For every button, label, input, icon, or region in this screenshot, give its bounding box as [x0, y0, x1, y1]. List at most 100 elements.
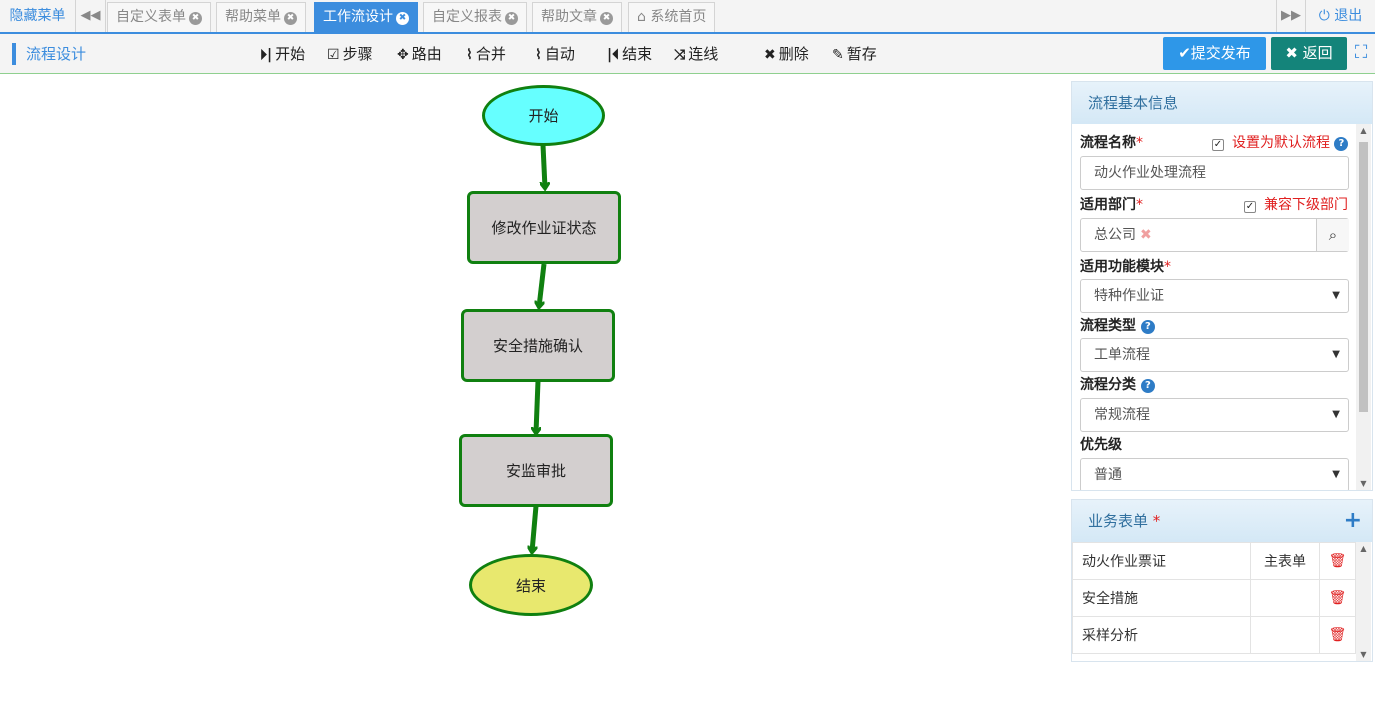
connector-step3-end	[532, 505, 539, 552]
module-label: 适用功能模块*	[1080, 259, 1171, 275]
add-icon[interactable]: +	[1344, 500, 1362, 542]
tab-label: 系统首页	[650, 9, 707, 25]
check-icon: ✔	[1178, 44, 1191, 62]
edit-check-icon: ☑	[327, 47, 340, 63]
tool-merge-button[interactable]: ⌇ 合并	[466, 43, 506, 65]
tool-label: 步骤	[342, 45, 373, 63]
tool-label: 结束	[622, 45, 653, 63]
tool-label: 删除	[778, 45, 809, 63]
checkbox-checked-icon: ✓	[1212, 139, 1224, 151]
business-forms-panel: 业务表单 * + 动火作业票证 主表单 🗑 安全措施 🗑 采样分析 🗑 ▲ ▼	[1071, 499, 1373, 662]
close-icon: ✖	[1285, 44, 1298, 62]
tab-close-icon[interactable]: ✖	[396, 12, 409, 25]
flow-category-select[interactable]: 常规流程 ▼	[1080, 398, 1349, 432]
table-scrollbar[interactable]: ▲ ▼	[1356, 542, 1371, 661]
trash-icon[interactable]: 🗑	[1319, 542, 1356, 580]
tool-end-button[interactable]: |⏴ 结束	[607, 43, 652, 65]
publish-label: 提交发布	[1190, 44, 1251, 62]
tool-label: 暂存	[846, 45, 877, 63]
node-label: 安全措施确认	[492, 337, 583, 355]
back-button[interactable]: ✖ 返回	[1271, 37, 1347, 70]
connector-start-step1	[543, 144, 545, 188]
trash-icon[interactable]: 🗑	[1319, 616, 1356, 654]
table-row: 动火作业票证 主表单 🗑	[1072, 542, 1356, 580]
tab-workflow-design[interactable]: 工作流设计 ✖	[314, 2, 418, 32]
back-label: 返回	[1302, 44, 1333, 62]
tab-label: 帮助文章	[541, 9, 597, 25]
tab-close-icon[interactable]: ✖	[600, 12, 613, 25]
help-icon[interactable]: ?	[1140, 379, 1155, 393]
close-icon: ✖	[764, 47, 776, 63]
logout-button[interactable]: ⏻ 退出	[1306, 0, 1375, 32]
flow-node-step[interactable]: 修改作业证状态	[467, 191, 621, 264]
flow-name-label: 流程名称*	[1080, 135, 1143, 151]
tool-start-button[interactable]: ⏵| 开始	[260, 43, 305, 65]
connector-step1-step2	[539, 263, 547, 307]
default-flow-checkbox[interactable]: ✓ 设置为默认流程 ?	[1212, 132, 1349, 152]
scrollbar-thumb[interactable]	[1359, 142, 1368, 412]
help-icon[interactable]: ?	[1140, 320, 1155, 334]
tool-save-button[interactable]: ✎ 暂存	[832, 43, 877, 65]
form-type-cell: 主表单	[1250, 542, 1320, 580]
tab-help-article[interactable]: 帮助文章 ✖	[532, 2, 622, 32]
tab-help-menu[interactable]: 帮助菜单 ✖	[216, 2, 306, 32]
tab-close-icon[interactable]: ✖	[505, 12, 518, 25]
publish-button[interactable]: ✔提交发布	[1163, 37, 1266, 70]
tool-label: 路由	[411, 45, 442, 63]
remove-tag-icon[interactable]: ✖	[1140, 227, 1152, 243]
include-sub-dept-checkbox[interactable]: ✓ 兼容下级部门	[1244, 194, 1348, 214]
forms-table: 动火作业票证 主表单 🗑 安全措施 🗑 采样分析 🗑	[1072, 542, 1356, 654]
flow-node-end[interactable]: 结束	[469, 554, 593, 616]
tool-route-button[interactable]: ✥ 路由	[397, 43, 442, 65]
designer-toolbar: 流程设计 ⏵| 开始 ☑ 步骤 ✥ 路由 ⌇ 合并 ⌇ 自动 |⏴ 结束 ⤨ 连线 ✖ 删除 ✎…	[0, 34, 1375, 74]
dept-selector[interactable]: 总公司 ✖ ⌕	[1080, 218, 1349, 252]
form-type-cell	[1250, 579, 1320, 617]
form-name-cell: 采样分析	[1072, 616, 1251, 654]
flow-canvas[interactable]: 开始 修改作业证状态 安全措施确认 安监审批 结束	[0, 75, 1065, 704]
logout-label: 退出	[1334, 8, 1363, 24]
tab-close-icon[interactable]: ✖	[284, 12, 297, 25]
tabs-next-button[interactable]: ▶▶	[1276, 0, 1306, 32]
tab-system-home[interactable]: ⌂ 系统首页	[628, 2, 716, 32]
paperclip-icon: ⌇	[466, 47, 473, 63]
connector-step2-step3	[536, 380, 538, 433]
tool-connect-button[interactable]: ⤨ 连线	[674, 43, 718, 65]
dropdown-arrow-icon: ▼	[1332, 409, 1340, 420]
tabs-prev-button[interactable]: ◀◀	[76, 0, 106, 32]
tab-bar: 隐藏菜单 ◀◀ 自定义表单 ✖ 帮助菜单 ✖ 工作流设计 ✖ 自定义报表 ✖ 帮助文章 ✖…	[0, 0, 1375, 34]
dept-tag: 总公司	[1094, 227, 1136, 243]
tab-custom-form[interactable]: 自定义表单 ✖	[107, 2, 211, 32]
scroll-down-icon[interactable]: ▼	[1356, 650, 1371, 659]
form-name-cell: 安全措施	[1072, 579, 1251, 617]
module-select[interactable]: 特种作业证 ▼	[1080, 279, 1349, 313]
tool-delete-button[interactable]: ✖ 删除	[764, 43, 809, 65]
trash-icon[interactable]: 🗑	[1319, 579, 1356, 617]
tool-label: 合并	[475, 45, 506, 63]
tab-custom-report[interactable]: 自定义报表 ✖	[423, 2, 527, 32]
flow-node-step[interactable]: 安全措施确认	[461, 309, 615, 382]
dropdown-arrow-icon: ▼	[1332, 349, 1340, 360]
dropdown-arrow-icon: ▼	[1332, 469, 1340, 480]
flow-type-select[interactable]: 工单流程 ▼	[1080, 338, 1349, 372]
node-label: 开始	[528, 107, 559, 125]
node-label: 修改作业证状态	[491, 219, 597, 237]
tab-label: 自定义表单	[116, 9, 186, 25]
help-icon[interactable]: ?	[1334, 137, 1349, 151]
tool-step-button[interactable]: ☑ 步骤	[327, 43, 373, 65]
fullscreen-icon[interactable]: ⛶	[1350, 42, 1372, 64]
tool-label: 开始	[275, 45, 306, 63]
tab-close-icon[interactable]: ✖	[189, 12, 202, 25]
tool-auto-button[interactable]: ⌇ 自动	[535, 43, 575, 65]
flow-node-start[interactable]: 开始	[482, 85, 605, 146]
flow-name-input[interactable]: 动火作业处理流程	[1080, 156, 1349, 190]
flow-node-step[interactable]: 安监审批	[459, 434, 613, 507]
search-icon[interactable]: ⌕	[1316, 219, 1349, 251]
scroll-up-icon[interactable]: ▲	[1356, 544, 1371, 553]
scroll-up-icon[interactable]: ▲	[1356, 126, 1371, 135]
priority-select[interactable]: 普通 ▼	[1080, 458, 1349, 490]
hide-menu-button[interactable]: 隐藏菜单	[0, 0, 76, 32]
save-draft-icon: ✎	[832, 47, 844, 63]
priority-label: 优先级	[1080, 437, 1122, 453]
scroll-down-icon[interactable]: ▼	[1356, 479, 1371, 488]
panel-scrollbar[interactable]: ▲ ▼	[1356, 124, 1371, 490]
